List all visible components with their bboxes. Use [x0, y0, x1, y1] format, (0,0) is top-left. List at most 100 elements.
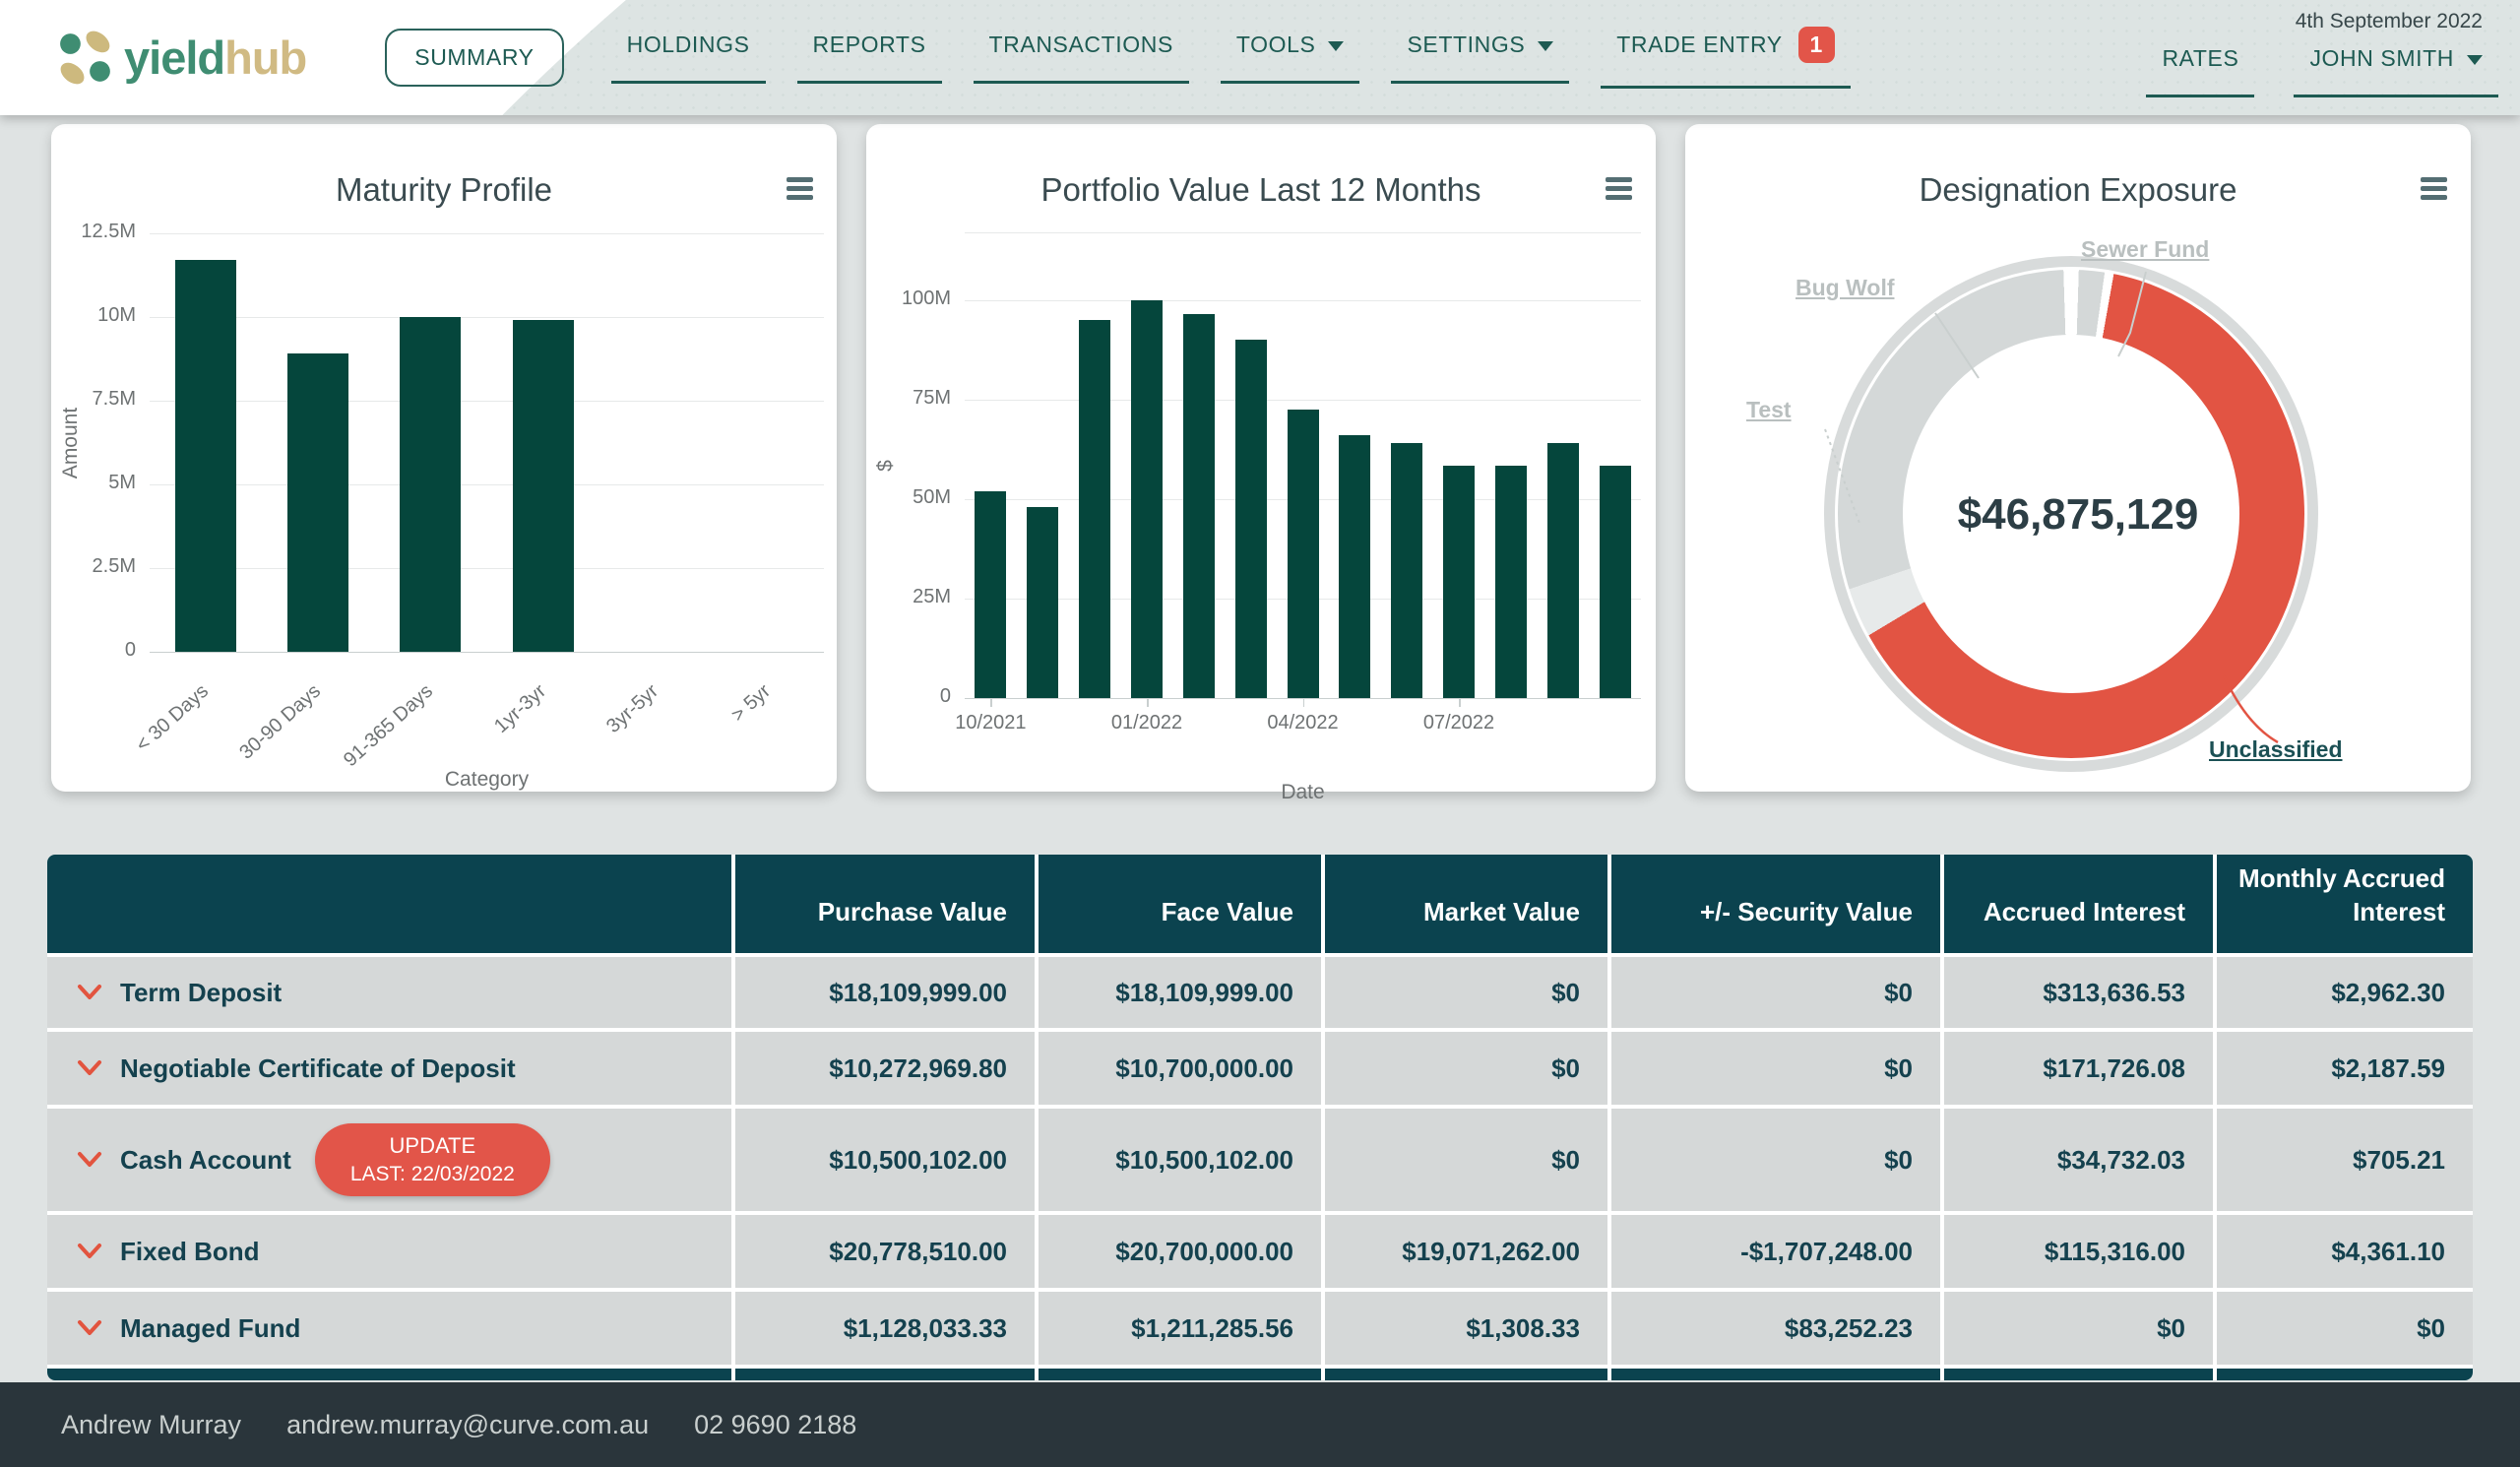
bar[interactable] — [1495, 466, 1527, 699]
app-logo[interactable]: yieldhub — [57, 30, 306, 87]
page-footer: Andrew Murray andrew.murray@curve.com.au… — [0, 1382, 2520, 1467]
nav-item-summary[interactable]: SUMMARY — [385, 29, 563, 87]
bar[interactable] — [1079, 320, 1110, 698]
table-value-cell: $18,109,999.00 — [735, 957, 1035, 1028]
gridline — [150, 652, 824, 653]
bar[interactable] — [1339, 435, 1370, 698]
bar[interactable] — [1027, 507, 1058, 698]
bar[interactable] — [1131, 300, 1163, 698]
table-header-cell-accrued-interest: Accrued Interest — [1944, 855, 2213, 953]
bar[interactable] — [1235, 340, 1267, 698]
table-row-label-cell[interactable]: Fixed Bond — [47, 1215, 731, 1288]
bar[interactable] — [1600, 466, 1631, 699]
chart-context-menu-icon[interactable] — [2421, 177, 2447, 204]
nav-item-rates[interactable]: RATES — [2162, 45, 2238, 97]
portfolio-value-card: Portfolio Value Last 12 Months 025M50M75… — [866, 124, 1656, 792]
navbar-right-area: 4th September 2022 RATESJOHN SMITH — [2162, 10, 2483, 97]
table-header-cell-face-value: Face Value — [1039, 855, 1321, 953]
table-totals-row-cell — [735, 1369, 1035, 1380]
table-value-cell: $18,109,999.00 — [1039, 957, 1321, 1028]
bar[interactable] — [975, 491, 1006, 698]
update-button-line2: LAST: 22/03/2022 — [350, 1163, 515, 1186]
y-axis-tick-label: 2.5M — [51, 555, 136, 578]
bar[interactable] — [1183, 314, 1215, 698]
nav-item-label: TRADE ENTRY — [1616, 32, 1782, 58]
bar[interactable] — [287, 353, 348, 652]
x-axis-title: Date — [965, 781, 1641, 804]
nav-item-transactions[interactable]: TRANSACTIONS — [989, 32, 1173, 84]
nav-item-reports[interactable]: REPORTS — [813, 32, 926, 84]
donut-label-bug-wolf[interactable]: Bug Wolf — [1796, 275, 1895, 301]
footer-contact-phone: 02 9690 2188 — [694, 1410, 856, 1440]
x-axis-tick-label: 01/2022 — [1078, 712, 1216, 734]
nav-item-trade-entry[interactable]: TRADE ENTRY1 — [1616, 27, 1834, 89]
logo-text-secondary: hub — [224, 32, 306, 84]
row-label: Fixed Bond — [120, 1237, 260, 1267]
nav-item-holdings[interactable]: HOLDINGS — [627, 32, 750, 84]
donut-label-unclassified[interactable]: Unclassified — [2209, 736, 2343, 763]
chart-context-menu-icon[interactable] — [1606, 177, 1632, 204]
bar[interactable] — [1391, 443, 1422, 698]
y-axis-tick-label: 100M — [866, 287, 951, 310]
y-axis-tick-label: 25M — [866, 586, 951, 608]
chevron-down-icon — [1538, 41, 1553, 51]
table-row-label-cell[interactable]: Term Deposit — [47, 957, 731, 1028]
table-header-cell-blank — [47, 855, 731, 953]
table-value-cell: $10,500,102.00 — [1039, 1109, 1321, 1211]
table-value-cell: $0 — [1611, 1109, 1940, 1211]
table-row-label-cell[interactable]: Managed Fund — [47, 1292, 731, 1365]
donut-label-test[interactable]: Test — [1746, 397, 1792, 423]
bar[interactable] — [400, 317, 461, 652]
chart-context-menu-icon[interactable] — [787, 177, 813, 204]
main-navigation: SUMMARY HOLDINGS REPORTS TRANSACTIONS TOOLS S… — [385, 27, 1835, 89]
table-header-cell-monthly-accrued-interest: Monthly Accrued Interest — [2217, 855, 2473, 953]
expand-row-chevron-icon[interactable] — [77, 1319, 102, 1337]
table-value-cell: $10,272,969.80 — [735, 1032, 1035, 1105]
update-button[interactable]: UPDATELAST: 22/03/2022 — [315, 1123, 550, 1196]
logo-text: yieldhub — [124, 31, 306, 85]
donut-label-sewer-fund[interactable]: Sewer Fund — [2081, 236, 2209, 263]
expand-row-chevron-icon[interactable] — [77, 1243, 102, 1260]
table-value-cell: $1,128,033.33 — [735, 1292, 1035, 1365]
nav-item-john-smith[interactable]: JOHN SMITH — [2309, 45, 2483, 97]
table-header-cell-market-value: Market Value — [1325, 855, 1607, 953]
bar[interactable] — [1547, 443, 1579, 698]
row-label: Term Deposit — [120, 978, 282, 1008]
table-value-cell: $2,962.30 — [2217, 957, 2473, 1028]
table-totals-row-cell — [2217, 1369, 2473, 1380]
nav-item-settings[interactable]: SETTINGS — [1407, 32, 1553, 84]
table-totals-row-cell — [47, 1369, 731, 1380]
bar[interactable] — [513, 320, 574, 652]
table-value-cell: $20,778,510.00 — [735, 1215, 1035, 1288]
table-value-cell: $0 — [1611, 957, 1940, 1028]
gridline — [150, 317, 824, 318]
nav-item-tools[interactable]: TOOLS — [1236, 32, 1345, 84]
logo-text-primary: yield — [124, 32, 224, 84]
expand-row-chevron-icon[interactable] — [77, 1059, 102, 1077]
y-axis-tick-label: 0 — [866, 685, 951, 708]
table-row-label-cell[interactable]: Cash Account UPDATELAST: 22/03/2022 — [47, 1109, 731, 1211]
y-axis-tick-label: 10M — [51, 304, 136, 327]
table-value-cell: $705.21 — [2217, 1109, 2473, 1211]
bar[interactable] — [1288, 410, 1319, 698]
table-row-label-cell[interactable]: Negotiable Certificate of Deposit — [47, 1032, 731, 1105]
maturity-profile-card: Maturity Profile 02.5M5M7.5M10M12.5M< 30… — [51, 124, 837, 792]
expand-row-chevron-icon[interactable] — [77, 1151, 102, 1169]
gridline — [150, 401, 824, 402]
nav-item-label: SUMMARY — [414, 44, 534, 71]
donut-center-value: $46,875,129 — [1685, 490, 2471, 540]
expand-row-chevron-icon[interactable] — [77, 984, 102, 1001]
bar[interactable] — [175, 260, 236, 652]
table-value-cell: $2,187.59 — [2217, 1032, 2473, 1105]
x-axis-tick-mark — [1303, 698, 1305, 707]
table-value-cell: $1,308.33 — [1325, 1292, 1607, 1365]
gridline — [965, 400, 1641, 401]
gridline — [150, 484, 824, 485]
table-value-cell: $20,700,000.00 — [1039, 1215, 1321, 1288]
footer-contact-email[interactable]: andrew.murray@curve.com.au — [286, 1410, 649, 1440]
nav-item-label: REPORTS — [813, 32, 926, 58]
chart-title: Portfolio Value Last 12 Months — [866, 171, 1656, 209]
row-label: Cash Account — [120, 1145, 291, 1176]
table-value-cell: $313,636.53 — [1944, 957, 2213, 1028]
bar[interactable] — [1443, 466, 1475, 699]
